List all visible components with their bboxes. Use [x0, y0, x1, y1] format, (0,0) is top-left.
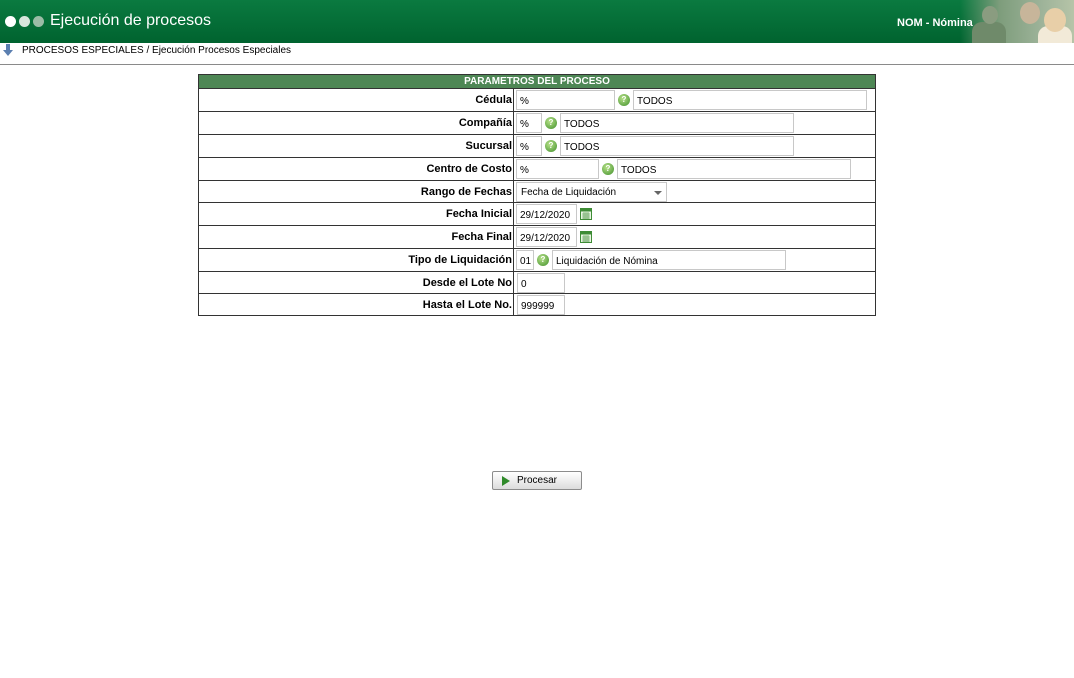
- cedula-code-input[interactable]: %: [516, 90, 615, 110]
- fecha-inicial-input[interactable]: 29/12/2020: [516, 204, 577, 224]
- dot-2: [19, 16, 30, 27]
- dot-1: [5, 16, 16, 27]
- rango-fechas-select[interactable]: Fecha de Liquidación: [516, 181, 667, 202]
- cedula-name-input[interactable]: TODOS: [633, 90, 867, 110]
- centro-costo-label: Centro de Costo: [198, 157, 514, 181]
- desde-lote-label: Desde el Lote No: [198, 271, 514, 294]
- row-sucursal: Sucursal %? TODOS: [198, 134, 876, 158]
- lookup-icon[interactable]: ?: [545, 117, 557, 129]
- fecha-final-label: Fecha Final: [198, 225, 514, 249]
- row-tipo-liquidacion: Tipo de Liquidación 01? Liquidación de Nó…: [198, 248, 876, 272]
- header-photo: [960, 0, 1074, 43]
- compania-code-input[interactable]: %: [516, 113, 542, 133]
- sucursal-name-input[interactable]: TODOS: [560, 136, 794, 156]
- lookup-icon[interactable]: ?: [537, 254, 549, 266]
- row-rango-fechas: Rango de Fechas Fecha de Liquidación: [198, 180, 876, 203]
- row-fecha-inicial: Fecha Inicial 29/12/2020: [198, 202, 876, 226]
- row-desde-lote: Desde el Lote No 0: [198, 271, 876, 294]
- lookup-icon[interactable]: ?: [618, 94, 630, 106]
- module-name: NOM - Nómina: [897, 17, 973, 29]
- row-fecha-final: Fecha Final 29/12/2020: [198, 225, 876, 249]
- lookup-icon[interactable]: ?: [545, 140, 557, 152]
- fecha-final-input[interactable]: 29/12/2020: [516, 227, 577, 247]
- calendar-icon[interactable]: [580, 231, 592, 243]
- page-title: Ejecución de procesos: [50, 12, 211, 29]
- tipo-liquidacion-label: Tipo de Liquidación: [198, 248, 514, 272]
- play-icon: [502, 476, 510, 486]
- sucursal-code-input[interactable]: %: [516, 136, 542, 156]
- breadcrumb-divider: [0, 64, 1074, 65]
- compania-label: Compañía: [198, 111, 514, 135]
- app-header: Ejecución de procesos NOM - Nómina: [0, 0, 1074, 43]
- row-compania: Compañía %? TODOS: [198, 111, 876, 135]
- procesar-button[interactable]: Procesar: [492, 471, 582, 490]
- tipo-liquidacion-name-input[interactable]: Liquidación de Nómina: [552, 250, 786, 270]
- hasta-lote-label: Hasta el Lote No.: [198, 293, 514, 316]
- sucursal-label: Sucursal: [198, 134, 514, 158]
- dot-3: [33, 16, 44, 27]
- rango-fechas-selected: Fecha de Liquidación: [521, 186, 617, 198]
- fecha-inicial-label: Fecha Inicial: [198, 202, 514, 226]
- centro-costo-code-input[interactable]: %: [516, 159, 599, 179]
- procesar-button-label: Procesar: [517, 475, 558, 486]
- down-arrow-icon: [3, 44, 13, 56]
- desde-lote-input[interactable]: 0: [517, 272, 565, 293]
- tipo-liquidacion-code-input[interactable]: 01: [516, 250, 534, 270]
- window-dots: [5, 16, 47, 28]
- row-cedula: Cédula %? TODOS: [198, 88, 876, 112]
- chevron-down-icon: [654, 190, 662, 195]
- centro-costo-name-input[interactable]: TODOS: [617, 159, 851, 179]
- rango-fechas-label: Rango de Fechas: [198, 180, 514, 203]
- hasta-lote-input[interactable]: 999999: [517, 294, 565, 315]
- calendar-icon[interactable]: [580, 208, 592, 220]
- lookup-icon[interactable]: ?: [602, 163, 614, 175]
- process-params-table: PARAMETROS DEL PROCESO Cédula %? TODOS Co…: [198, 74, 876, 316]
- compania-name-input[interactable]: TODOS: [560, 113, 794, 133]
- params-title: PARAMETROS DEL PROCESO: [198, 74, 876, 89]
- row-hasta-lote: Hasta el Lote No. 999999: [198, 293, 876, 316]
- breadcrumb: PROCESOS ESPECIALES / Ejecución Procesos…: [22, 45, 292, 56]
- row-centro-costo: Centro de Costo %? TODOS: [198, 157, 876, 181]
- cedula-label: Cédula: [198, 88, 514, 112]
